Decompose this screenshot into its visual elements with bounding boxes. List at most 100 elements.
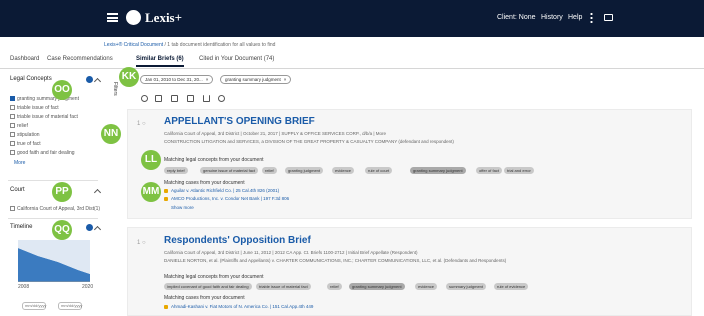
concept-option[interactable]: stipulation [10,132,40,138]
info-icon[interactable] [86,76,93,83]
brand-name[interactable]: Lexis+ [145,10,182,26]
result-parties: DANIELLE NORTON, et al. (Plaintiffs and … [164,258,507,263]
top-navigation-bar: Lexis+ Client: None History Help [0,0,704,37]
case-bullet-icon [164,197,168,201]
filters-label: Filters [112,82,118,96]
concept-tag[interactable]: rule of evidence [494,283,529,290]
close-icon[interactable]: × [284,77,287,82]
legal-concepts-heading: Legal Concepts [10,76,52,82]
settings-icon[interactable] [218,95,225,102]
collapse-chevron-icon[interactable] [93,225,102,234]
result-title-link[interactable]: Respondents' Opposition Brief [164,235,311,246]
result-meta: California Court of Appeal, 3rd District… [164,131,387,136]
concept-tag-highlighted[interactable]: granting summary judgment [349,283,405,290]
show-more-link[interactable]: Show more [171,205,194,210]
client-link[interactable]: Client: None [497,14,536,21]
result-meta: California Court of Appeal, 3rd District… [164,250,418,255]
hamburger-menu-icon[interactable] [107,13,118,22]
concept-tag[interactable]: genuine issue of material fact [200,167,259,174]
case-bullet-icon [164,189,168,193]
concept-option[interactable]: triable issue of material fact [10,114,78,120]
matching-cases-heading: Matching cases from your document [164,295,245,301]
active-filter-chip[interactable]: granting summary judgment × [220,75,292,84]
annotation-marker: MM [141,182,161,202]
help-link[interactable]: Help [568,14,582,21]
case-bullet-icon [164,305,168,309]
concept-tag[interactable]: relief [327,283,342,290]
more-options-icon[interactable] [590,12,593,23]
breadcrumb-rest: / 1 tab document identification for all … [164,42,276,48]
select-all-icon[interactable] [141,95,148,102]
case-link[interactable]: AMCO Productions, Inc. v. Condor Net Ban… [171,196,289,201]
result-title-link[interactable]: APPELLANT'S OPENING BRIEF [164,116,315,127]
concept-tag[interactable]: triable issue of material fact [256,283,311,290]
collapse-chevron-icon[interactable] [93,188,102,197]
case-link[interactable]: Aguilar v. Atlantic Richfield Co. | 25 C… [171,188,279,193]
checkbox[interactable] [10,206,15,212]
annotation-marker: LL [141,150,161,170]
concept-tag[interactable]: rule of court [365,167,393,174]
annotation-marker: KK [119,67,139,87]
lexis-logo-icon[interactable] [126,10,141,25]
concept-tag[interactable]: reply brief [164,167,188,174]
court-heading: Court [10,187,25,193]
download-icon[interactable] [203,95,210,102]
concept-tag-highlighted[interactable]: granting summary judgment [410,167,466,174]
tab-similar-briefs[interactable]: Similar Briefs (6) [136,56,184,67]
timeline-start-label: 2008 [18,284,30,290]
divider [8,218,98,219]
notifications-icon[interactable] [604,14,613,21]
tab-case-recommendations[interactable]: Case Recommendations [47,56,113,62]
checkbox[interactable] [10,150,15,156]
collapse-chevron-icon[interactable] [93,77,102,86]
result-number: 1 ○ [137,240,146,246]
concept-tag[interactable]: offer of fact [476,167,502,174]
concept-tag[interactable]: trial and error [504,167,534,174]
print-icon[interactable] [171,95,178,102]
close-icon[interactable]: × [206,77,209,82]
case-link[interactable]: Ahmadi-Kashani v. Fiat Motors of N. Amer… [171,304,313,309]
checkbox[interactable] [10,123,15,129]
date-from-input[interactable]: mm/dd/yyyy [22,302,46,310]
concept-tag[interactable]: evidence [332,167,355,174]
concept-option[interactable]: relief [10,123,28,129]
concept-option[interactable]: good faith and fair dealing [10,150,75,156]
annotation-marker: OO [52,80,72,100]
date-to-input[interactable]: mm/dd/yyyy [58,302,82,310]
concept-option[interactable]: true of fact [10,141,41,147]
history-link[interactable]: History [541,14,563,21]
annotation-marker: NN [101,124,121,144]
breadcrumb: Lexis+® Critical Document / 1 tab docume… [104,42,275,48]
court-option[interactable]: California Court of Appeal, 3rd Dist(1) [10,206,100,212]
concept-tag[interactable]: evidence [415,283,438,290]
result-number: 1 ○ [137,121,146,127]
timeline-heading: Timeline [10,224,33,230]
breadcrumb-root-link[interactable]: Lexis+® Critical Document [104,42,163,48]
tab-bar: Dashboard Case Recommendations Similar B… [0,52,704,69]
concept-tag[interactable]: granting judgment [285,167,324,174]
tab-dashboard[interactable]: Dashboard [10,56,39,62]
more-concepts-link[interactable]: More [14,160,25,166]
result-parties: CONSTRUCTION LITIGATION and SERVICES, a … [164,139,454,144]
checkbox[interactable] [10,105,15,111]
annotation-marker: QQ [52,220,72,240]
info-icon[interactable] [86,224,93,231]
timeline-end-label: 2020 [82,284,94,290]
active-filter-chip[interactable]: Jan 01, 2010 to Dec 31, 20... × [140,75,214,84]
matching-concepts-heading: Matching legal concepts from your docume… [164,274,264,280]
concept-tag[interactable]: summary judgment [446,283,487,290]
checkbox[interactable] [10,114,15,120]
folder-icon[interactable] [155,95,162,102]
divider [8,180,98,181]
tab-cited-in-document[interactable]: Cited in Your Document (74) [199,56,274,62]
concept-tag[interactable]: implied covenant of good faith and fair … [164,283,252,290]
matching-cases-heading: Matching cases from your document [164,180,245,186]
concept-option[interactable]: triable issue of fact [10,105,59,111]
timeline-histogram[interactable] [18,240,90,282]
annotation-marker: PP [52,182,72,202]
email-icon[interactable] [187,95,194,102]
checkbox[interactable] [10,141,15,147]
checkbox[interactable] [10,132,15,138]
checkbox[interactable] [10,96,15,102]
concept-tag[interactable]: relief [262,167,277,174]
